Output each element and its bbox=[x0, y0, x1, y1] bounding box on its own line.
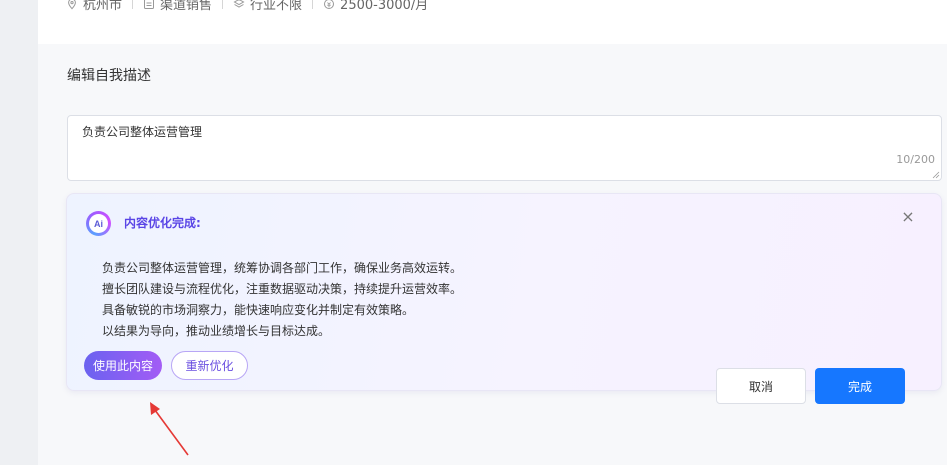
description-text: 负责公司整体运营管理 bbox=[82, 125, 203, 139]
meta-category-text: 渠道销售 bbox=[160, 0, 213, 13]
meta-salary: 2500-3000/月 bbox=[323, 0, 428, 13]
meta-divider bbox=[132, 0, 134, 9]
ai-optimized-text: 负责公司整体运营管理，统筹协调各部门工作，确保业务高效运转。 擅长团队建设与流程… bbox=[102, 258, 462, 342]
location-icon bbox=[68, 0, 76, 9]
meta-city-text: 杭州市 bbox=[83, 0, 123, 13]
layers-icon bbox=[233, 0, 245, 8]
left-gutter bbox=[0, 0, 38, 465]
ai-line: 擅长团队建设与流程优化，注重数据驱动决策，持续提升运营效率。 bbox=[102, 282, 463, 296]
ai-panel-title: 内容优化完成: bbox=[124, 216, 201, 230]
ai-icon: Ai bbox=[86, 211, 111, 236]
char-counter: 10/200 bbox=[896, 153, 935, 166]
section-title: 编辑自我描述 bbox=[67, 68, 151, 84]
ai-line: 以结果为导向，推动业绩增长与目标达成。 bbox=[102, 324, 331, 338]
reoptimize-button[interactable]: 重新优化 bbox=[171, 351, 248, 380]
meta-industry-text: 行业不限 bbox=[250, 0, 303, 13]
ai-optimization-panel: Ai 内容优化完成: × 负责公司整体运营管理，统筹协调各部门工作，确保业务高效… bbox=[66, 193, 942, 391]
ai-line: 负责公司整体运营管理，统筹协调各部门工作，确保业务高效运转。 bbox=[102, 261, 463, 275]
job-meta-row: 杭州市 渠道销售 行业不限 2500-3000/月 bbox=[66, 0, 428, 13]
description-textarea[interactable]: 负责公司整体运营管理 10/200 bbox=[67, 115, 942, 181]
meta-divider bbox=[222, 0, 224, 9]
use-content-button[interactable]: 使用此内容 bbox=[84, 351, 162, 380]
ai-line: 具备敏锐的市场洞察力，能快速响应变化并制定有效策略。 bbox=[102, 303, 415, 317]
meta-city: 杭州市 bbox=[66, 0, 122, 13]
resize-handle-icon[interactable] bbox=[932, 171, 940, 179]
meta-industry: 行业不限 bbox=[233, 0, 302, 13]
document-icon bbox=[144, 0, 155, 9]
annotation-arrow-icon bbox=[150, 402, 189, 456]
ai-badge-label: Ai bbox=[89, 214, 108, 233]
meta-salary-text: 2500-3000/月 bbox=[340, 0, 429, 13]
meta-category: 渠道销售 bbox=[143, 0, 212, 13]
money-icon bbox=[324, 0, 335, 9]
done-button[interactable]: 完成 bbox=[815, 368, 905, 404]
close-icon[interactable]: × bbox=[901, 209, 915, 225]
job-meta-card: 杭州市 渠道销售 行业不限 2500-3000/月 bbox=[38, 0, 947, 44]
cancel-button[interactable]: 取消 bbox=[716, 368, 806, 404]
meta-divider bbox=[312, 0, 314, 9]
